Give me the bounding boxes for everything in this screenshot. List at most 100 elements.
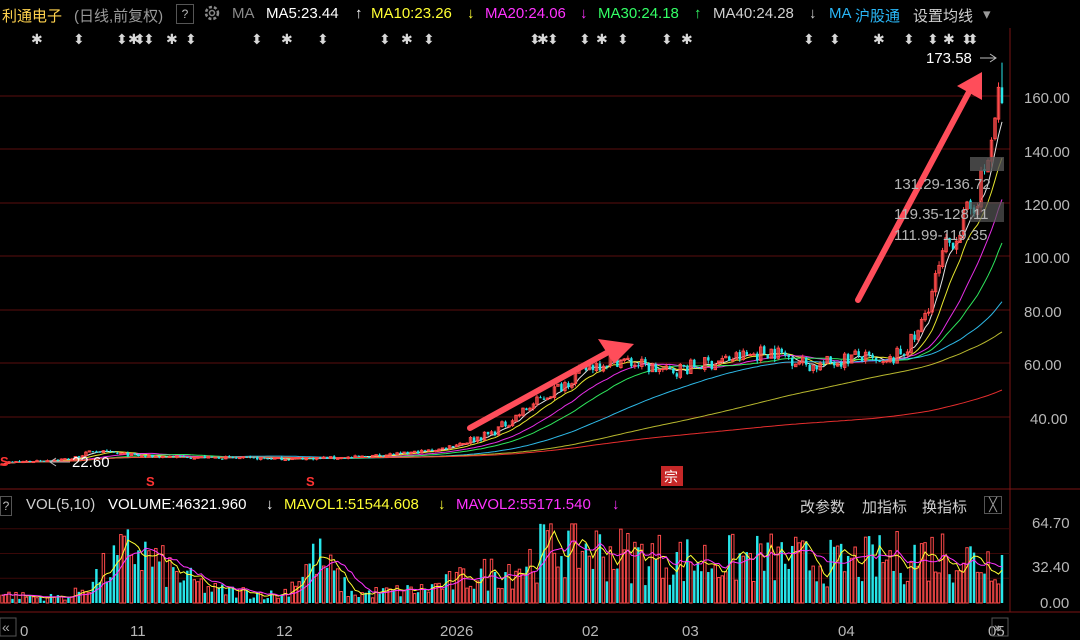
candle-body <box>637 365 640 367</box>
event-marker-icon: ⬍ <box>251 31 263 47</box>
candle-body <box>763 346 766 354</box>
candle-body <box>109 451 112 453</box>
candle-body <box>829 356 832 363</box>
volume-bar <box>489 558 494 604</box>
candle-body <box>165 456 168 458</box>
volume-bar <box>158 561 161 603</box>
volume-bar <box>346 596 350 604</box>
volume-bar <box>182 580 186 603</box>
candle-body <box>591 365 595 370</box>
scroll-left-icon: « <box>2 619 10 635</box>
event-marker-icon: ⬍ <box>579 31 591 47</box>
switch-indicator-button[interactable]: 换指标 <box>922 496 967 517</box>
volume-bar <box>933 571 938 604</box>
volume-bar <box>832 546 836 603</box>
candle-body <box>423 450 427 452</box>
volume-bar <box>133 564 137 603</box>
volume-bars <box>0 523 1004 604</box>
volume-bar <box>165 586 168 603</box>
candle-body <box>542 398 546 400</box>
candle-body <box>179 455 182 457</box>
volume-bar <box>818 565 822 604</box>
candle-body <box>378 454 381 456</box>
volume-title[interactable]: VOL(5,10) <box>26 496 95 513</box>
volume-bar <box>444 574 448 603</box>
volume-bar <box>63 599 67 604</box>
volume-bar <box>594 530 599 604</box>
price-tick-label: 60.00 <box>1024 357 1062 374</box>
volume-bar <box>35 597 39 604</box>
candle-body <box>266 458 269 460</box>
volume-bar <box>52 596 57 604</box>
price-tick-label: 120.00 <box>1024 197 1070 214</box>
x-tick-label: 2026 <box>440 623 473 640</box>
volume-bar <box>426 591 431 604</box>
volume-bar <box>573 523 578 604</box>
mavol1-value: MAVOL1:51544.608 <box>284 496 419 513</box>
add-indicator-button[interactable]: 加指标 <box>862 496 907 517</box>
stock-chart[interactable]: ✱ ⬍ ⬍ ✱⬍⬍ ✱ ⬍ ⬍ ✱ ⬍ ⬍ ✱ ⬍ ⬍✱⬍ ⬍ ✱ ⬍ ⬍ ✱ ⬍ ⬍ ✱ ⬍ ⬍ ✱ ⬍⬍SS S 宗 160.0… <box>0 0 1080 640</box>
candle-body <box>860 356 864 361</box>
volume-bar <box>84 591 88 604</box>
volume-bar <box>622 549 627 604</box>
candle-body <box>249 456 252 458</box>
event-marker-icon: ⬍ <box>547 31 559 47</box>
candle-body <box>839 362 843 367</box>
volume-bar <box>144 541 147 603</box>
volume-bar <box>468 585 473 604</box>
volume-bar <box>693 570 696 603</box>
price-tick-label: 80.00 <box>1024 304 1062 321</box>
candle-body <box>112 451 116 453</box>
candle-body <box>633 364 637 367</box>
candle-body <box>360 455 364 458</box>
change-params-button[interactable]: 改参数 <box>800 496 845 517</box>
candle-body <box>884 360 889 363</box>
volume-bar <box>392 590 395 603</box>
candle-body <box>675 373 679 377</box>
volume-bar <box>353 594 357 604</box>
volume-bar <box>482 558 487 604</box>
mavol1-arrow: ↓ <box>438 496 446 513</box>
volume-bar <box>689 561 693 604</box>
volume-bar <box>822 583 825 603</box>
volume-bar <box>49 593 53 603</box>
volume-bar <box>402 590 406 604</box>
volume-bar <box>479 568 483 603</box>
volume-bar <box>266 598 269 603</box>
event-marker-icon: ⬍ <box>661 31 673 47</box>
candle-body <box>804 357 808 365</box>
price-tick-label: 100.00 <box>1024 250 1070 267</box>
candle-body <box>374 454 378 457</box>
candle-body <box>874 358 878 361</box>
event-marker-icon: ⬍ <box>185 31 197 47</box>
volume-bar <box>825 586 829 604</box>
candle-body <box>335 457 340 460</box>
volume-bar <box>270 590 273 603</box>
volume-bar <box>696 561 700 603</box>
candle-body <box>144 455 147 457</box>
mavol2-value: MAVOL2:55171.540 <box>456 496 591 513</box>
candle-body <box>525 408 528 411</box>
candle-body <box>486 431 490 435</box>
candle-body <box>280 457 283 461</box>
candle-body <box>67 458 70 460</box>
candle-body <box>461 442 466 445</box>
volume-bar <box>297 581 301 604</box>
candle-body <box>430 449 434 452</box>
volume-bar <box>112 545 116 603</box>
volume-help-button[interactable]: ? <box>0 496 12 516</box>
event-marker-icon: ⬍ <box>116 31 128 47</box>
gap-label: 131.29-136.72 <box>894 176 991 193</box>
candle-body <box>18 461 21 463</box>
volume-bar <box>168 557 172 604</box>
candle-body <box>158 456 161 458</box>
mavol2-arrow: ↓ <box>612 496 620 513</box>
volume-bar <box>756 535 759 603</box>
candle-body <box>731 359 735 362</box>
volume-header: ? VOL(5,10) VOLUME:46321.960 ↓ MAVOL1:51… <box>0 494 1080 516</box>
volume-bar <box>996 583 1001 604</box>
volume-bar <box>563 577 567 604</box>
volume-bar <box>496 587 501 604</box>
close-icon[interactable]: ╳ <box>984 496 1002 514</box>
volume-bar <box>584 543 588 603</box>
